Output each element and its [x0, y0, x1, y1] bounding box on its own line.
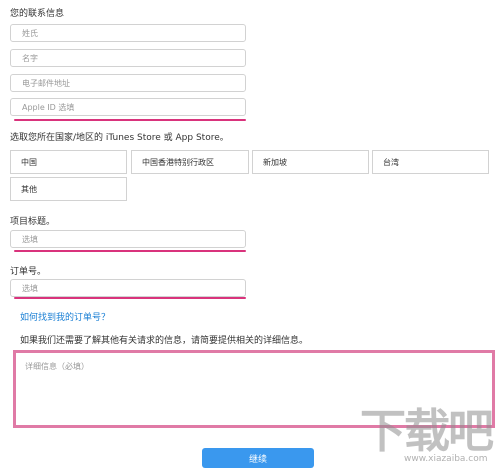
last-name-field[interactable]: 姓氏 [10, 24, 246, 42]
project-title-field[interactable]: 选填 [10, 230, 246, 248]
country-label: 中国香港特别行政区 [142, 157, 214, 167]
project-title-placeholder: 选填 [22, 234, 38, 244]
continue-button[interactable]: 继续 [202, 448, 314, 468]
country-option-singapore[interactable]: 新加坡 [252, 150, 369, 174]
watermark-logo: 下载吧 [360, 404, 494, 458]
country-label: 其他 [21, 184, 37, 194]
order-number-field[interactable]: 选填 [10, 279, 246, 297]
apple-id-field[interactable]: Apple ID 选填 [10, 98, 246, 116]
email-field[interactable]: 电子邮件地址 [10, 74, 246, 92]
order-number-label: 订单号。 [10, 267, 47, 277]
details-placeholder: 详细信息（必填） [25, 362, 89, 371]
find-order-number-link[interactable]: 如何找到我的订单号？ [20, 310, 110, 323]
contact-heading: 您的联系信息 [10, 9, 65, 19]
country-option-hong-kong[interactable]: 中国香港特别行政区 [131, 150, 249, 174]
project-title-label: 项目标题。 [10, 217, 56, 227]
order-number-highlight [14, 297, 246, 299]
email-placeholder: 电子邮件地址 [22, 78, 70, 88]
store-prompt: 选取您所在国家/地区的 iTunes Store 或 App Store。 [10, 133, 229, 143]
country-option-china[interactable]: 中国 [10, 150, 127, 174]
apple-id-placeholder: Apple ID 选填 [22, 102, 75, 112]
country-label: 新加坡 [263, 157, 287, 167]
order-number-placeholder: 选填 [22, 283, 38, 293]
last-name-placeholder: 姓氏 [22, 28, 38, 38]
country-option-taiwan[interactable]: 台湾 [372, 150, 489, 174]
first-name-field[interactable]: 名字 [10, 49, 246, 67]
apple-id-highlight [14, 119, 246, 121]
project-title-highlight [14, 250, 246, 252]
country-label: 台湾 [383, 157, 399, 167]
country-label: 中国 [21, 157, 37, 167]
country-option-other[interactable]: 其他 [10, 177, 127, 201]
details-prompt: 如果我们还需要了解其他有关请求的信息，请简要提供相关的详细信息。 [20, 336, 309, 346]
watermark-url: www.xiazaiba.com [404, 454, 488, 464]
first-name-placeholder: 名字 [22, 53, 38, 63]
